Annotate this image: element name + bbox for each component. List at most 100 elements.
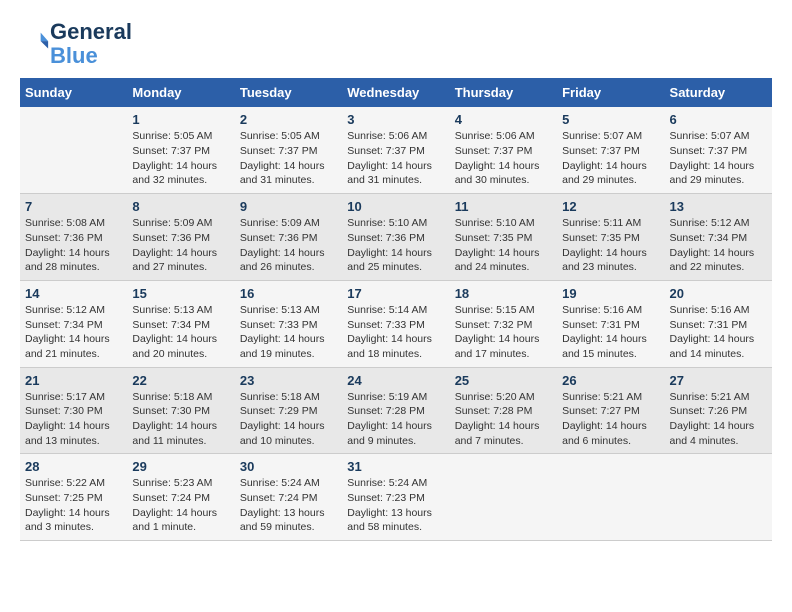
day-number: 14 (25, 286, 122, 301)
day-info: Sunrise: 5:18 AMSunset: 7:29 PMDaylight:… (240, 390, 337, 449)
day-info: Sunrise: 5:18 AMSunset: 7:30 PMDaylight:… (132, 390, 229, 449)
day-info: Sunrise: 5:16 AMSunset: 7:31 PMDaylight:… (562, 303, 659, 362)
calendar-cell: 9 Sunrise: 5:09 AMSunset: 7:36 PMDaylight… (235, 194, 342, 281)
day-info: Sunrise: 5:05 AMSunset: 7:37 PMDaylight:… (132, 129, 229, 188)
day-info: Sunrise: 5:16 AMSunset: 7:31 PMDaylight:… (670, 303, 767, 362)
calendar-cell: 28 Sunrise: 5:22 AMSunset: 7:25 PMDayligh… (20, 454, 127, 541)
day-info: Sunrise: 5:08 AMSunset: 7:36 PMDaylight:… (25, 216, 122, 275)
day-number: 11 (455, 199, 552, 214)
calendar-cell: 23 Sunrise: 5:18 AMSunset: 7:29 PMDayligh… (235, 367, 342, 454)
day-info: Sunrise: 5:13 AMSunset: 7:34 PMDaylight:… (132, 303, 229, 362)
day-info: Sunrise: 5:24 AMSunset: 7:24 PMDaylight:… (240, 476, 337, 535)
day-number: 26 (562, 373, 659, 388)
day-info: Sunrise: 5:12 AMSunset: 7:34 PMDaylight:… (670, 216, 767, 275)
calendar-table: SundayMondayTuesdayWednesdayThursdayFrid… (20, 78, 772, 541)
calendar-cell: 17 Sunrise: 5:14 AMSunset: 7:33 PMDayligh… (342, 280, 449, 367)
calendar-week-row: 28 Sunrise: 5:22 AMSunset: 7:25 PMDayligh… (20, 454, 772, 541)
calendar-cell (20, 107, 127, 193)
day-number: 20 (670, 286, 767, 301)
calendar-cell: 5Sunrise: 5:07 AMSunset: 7:37 PMDaylight… (557, 107, 664, 193)
day-number: 31 (347, 459, 444, 474)
day-info: Sunrise: 5:17 AMSunset: 7:30 PMDaylight:… (25, 390, 122, 449)
day-info: Sunrise: 5:19 AMSunset: 7:28 PMDaylight:… (347, 390, 444, 449)
day-of-week-header: Thursday (450, 78, 557, 107)
logo: GeneralBlue (20, 20, 132, 68)
day-number: 15 (132, 286, 229, 301)
calendar-cell: 6 Sunrise: 5:07 AMSunset: 7:37 PMDaylight… (665, 107, 772, 193)
day-number: 21 (25, 373, 122, 388)
day-number: 28 (25, 459, 122, 474)
day-info: Sunrise: 5:06 AMSunset: 7:37 PMDaylight:… (455, 129, 552, 188)
page-header: GeneralBlue (20, 20, 772, 68)
day-number: 4 (455, 112, 552, 127)
calendar-cell: 30 Sunrise: 5:24 AMSunset: 7:24 PMDayligh… (235, 454, 342, 541)
day-number: 6 (670, 112, 767, 127)
calendar-cell: 10 Sunrise: 5:10 AMSunset: 7:36 PMDayligh… (342, 194, 449, 281)
day-info: Sunrise: 5:21 AMSunset: 7:27 PMDaylight:… (562, 390, 659, 449)
day-number: 25 (455, 373, 552, 388)
day-info: Sunrise: 5:10 AMSunset: 7:36 PMDaylight:… (347, 216, 444, 275)
calendar-cell: 21 Sunrise: 5:17 AMSunset: 7:30 PMDayligh… (20, 367, 127, 454)
day-of-week-header: Tuesday (235, 78, 342, 107)
calendar-cell: 19 Sunrise: 5:16 AMSunset: 7:31 PMDayligh… (557, 280, 664, 367)
day-of-week-header: Wednesday (342, 78, 449, 107)
day-info: Sunrise: 5:12 AMSunset: 7:34 PMDaylight:… (25, 303, 122, 362)
day-number: 9 (240, 199, 337, 214)
calendar-cell: 18Sunrise: 5:15 AMSunset: 7:32 PMDayligh… (450, 280, 557, 367)
calendar-header-row: SundayMondayTuesdayWednesdayThursdayFrid… (20, 78, 772, 107)
day-info: Sunrise: 5:05 AMSunset: 7:37 PMDaylight:… (240, 129, 337, 188)
calendar-cell: 8 Sunrise: 5:09 AMSunset: 7:36 PMDaylight… (127, 194, 234, 281)
day-info: Sunrise: 5:14 AMSunset: 7:33 PMDaylight:… (347, 303, 444, 362)
calendar-cell: 7 Sunrise: 5:08 AMSunset: 7:36 PMDaylight… (20, 194, 127, 281)
calendar-week-row: 7 Sunrise: 5:08 AMSunset: 7:36 PMDaylight… (20, 194, 772, 281)
calendar-week-row: 14 Sunrise: 5:12 AMSunset: 7:34 PMDayligh… (20, 280, 772, 367)
day-number: 24 (347, 373, 444, 388)
calendar-cell: 13 Sunrise: 5:12 AMSunset: 7:34 PMDayligh… (665, 194, 772, 281)
day-number: 30 (240, 459, 337, 474)
day-number: 10 (347, 199, 444, 214)
day-of-week-header: Sunday (20, 78, 127, 107)
calendar-cell: 12 Sunrise: 5:11 AMSunset: 7:35 PMDayligh… (557, 194, 664, 281)
calendar-cell: 29Sunrise: 5:23 AMSunset: 7:24 PMDayligh… (127, 454, 234, 541)
day-number: 3 (347, 112, 444, 127)
day-number: 19 (562, 286, 659, 301)
calendar-cell: 11Sunrise: 5:10 AMSunset: 7:35 PMDayligh… (450, 194, 557, 281)
logo-icon (22, 28, 50, 56)
day-of-week-header: Friday (557, 78, 664, 107)
day-info: Sunrise: 5:22 AMSunset: 7:25 PMDaylight:… (25, 476, 122, 535)
day-number: 22 (132, 373, 229, 388)
day-of-week-header: Monday (127, 78, 234, 107)
day-info: Sunrise: 5:07 AMSunset: 7:37 PMDaylight:… (562, 129, 659, 188)
calendar-cell: 16 Sunrise: 5:13 AMSunset: 7:33 PMDayligh… (235, 280, 342, 367)
day-number: 7 (25, 199, 122, 214)
day-number: 8 (132, 199, 229, 214)
calendar-cell: 14 Sunrise: 5:12 AMSunset: 7:34 PMDayligh… (20, 280, 127, 367)
day-of-week-header: Saturday (665, 78, 772, 107)
day-number: 13 (670, 199, 767, 214)
day-number: 27 (670, 373, 767, 388)
day-number: 12 (562, 199, 659, 214)
day-info: Sunrise: 5:06 AMSunset: 7:37 PMDaylight:… (347, 129, 444, 188)
day-info: Sunrise: 5:11 AMSunset: 7:35 PMDaylight:… (562, 216, 659, 275)
day-info: Sunrise: 5:24 AMSunset: 7:23 PMDaylight:… (347, 476, 444, 535)
day-number: 17 (347, 286, 444, 301)
calendar-cell (450, 454, 557, 541)
calendar-cell: 27 Sunrise: 5:21 AMSunset: 7:26 PMDayligh… (665, 367, 772, 454)
logo-text: GeneralBlue (50, 20, 132, 68)
day-info: Sunrise: 5:13 AMSunset: 7:33 PMDaylight:… (240, 303, 337, 362)
day-number: 1 (132, 112, 229, 127)
calendar-cell: 31 Sunrise: 5:24 AMSunset: 7:23 PMDayligh… (342, 454, 449, 541)
calendar-week-row: 1 Sunrise: 5:05 AMSunset: 7:37 PMDaylight… (20, 107, 772, 193)
day-info: Sunrise: 5:15 AMSunset: 7:32 PMDaylight:… (455, 303, 552, 362)
day-info: Sunrise: 5:09 AMSunset: 7:36 PMDaylight:… (132, 216, 229, 275)
day-number: 23 (240, 373, 337, 388)
day-info: Sunrise: 5:21 AMSunset: 7:26 PMDaylight:… (670, 390, 767, 449)
day-info: Sunrise: 5:07 AMSunset: 7:37 PMDaylight:… (670, 129, 767, 188)
day-number: 16 (240, 286, 337, 301)
day-info: Sunrise: 5:09 AMSunset: 7:36 PMDaylight:… (240, 216, 337, 275)
calendar-cell: 22 Sunrise: 5:18 AMSunset: 7:30 PMDayligh… (127, 367, 234, 454)
calendar-cell: 20 Sunrise: 5:16 AMSunset: 7:31 PMDayligh… (665, 280, 772, 367)
calendar-cell (557, 454, 664, 541)
calendar-cell: 15 Sunrise: 5:13 AMSunset: 7:34 PMDayligh… (127, 280, 234, 367)
calendar-cell: 26 Sunrise: 5:21 AMSunset: 7:27 PMDayligh… (557, 367, 664, 454)
